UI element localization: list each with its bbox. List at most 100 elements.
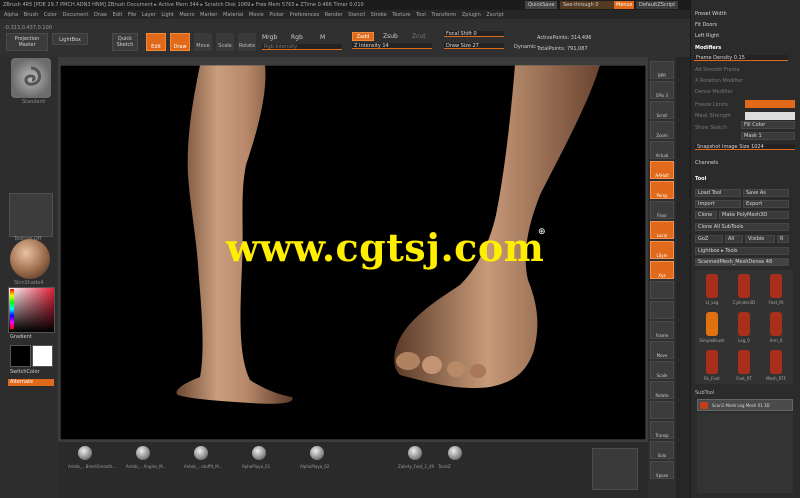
toolbar-button-bpr[interactable]: BPR [650,61,674,79]
edit-button[interactable]: Edit [146,33,166,51]
r-button[interactable]: R [777,235,789,243]
see-through-slider[interactable]: See-through 0 [560,1,614,9]
tray-row-5[interactable]: Mask Strength [695,113,797,119]
m-button[interactable]: M [320,34,325,41]
mrgb-button[interactable]: Mrgb [262,34,277,41]
toolbar-button-zoom[interactable]: Zoom [650,121,674,139]
tool-thumbnail[interactable]: Foot_Rt [761,272,791,308]
toolbar-button-lsym[interactable]: LSym [650,241,674,259]
tool-thumbnail[interactable]: Mesh_RTF [761,348,791,384]
all-button[interactable]: All [725,235,743,243]
tray-row-4[interactable]: Freeze Limits [695,102,797,108]
tray-row-1[interactable]: Ad Smooth Frame [695,67,797,73]
lightbox-tools-button[interactable]: Lightbox ▸ Tools [695,247,789,255]
focal-shift-slider[interactable]: Focal Shift 0 [444,31,504,37]
hue-strip[interactable] [10,289,14,329]
toolbar-button-local[interactable]: Local [650,221,674,239]
alpha-thumbnail[interactable] [408,446,422,460]
subtool-row[interactable]: Scan1 Mesh Leg Mesh 01 3D [697,399,793,411]
toolbar-button-scroll[interactable]: Scroll [650,101,674,119]
export-button[interactable]: Export [743,200,789,208]
preview-slot[interactable] [592,448,638,490]
clone-button[interactable]: Clone [695,211,717,219]
channels-label[interactable]: Channels [695,160,797,166]
primary-color-swatch[interactable] [10,345,31,367]
default-script-button[interactable]: DefaultZScript [636,1,679,9]
load-tool-button[interactable]: Load Tool [695,189,741,197]
alpha-thumbnail[interactable] [310,446,324,460]
toolbar-button-transp[interactable]: Transp [650,421,674,439]
modifiers-header[interactable]: Modifiers [695,45,797,51]
toolbar-button-aahalf[interactable]: AAHalf [650,161,674,179]
toolbar-button-floor[interactable]: Floor [650,201,674,219]
scrollbar[interactable] [676,57,690,498]
toolbar-button-blank-17[interactable] [650,401,674,419]
tool-thumbnail[interactable]: SimpleBrush [697,310,727,346]
projection-master-button[interactable]: Projection Master [6,33,48,51]
menu-items[interactable]: Alpha Brush Color Document Draw Edit Fil… [4,12,504,18]
alpha-thumbnail[interactable] [252,446,266,460]
toolbar-button-frame[interactable]: Frame [650,321,674,339]
move-button[interactable]: Move [194,33,212,51]
texture-slot[interactable] [9,193,53,237]
alpha-thumbnail[interactable] [448,446,462,460]
tool-thumbnail[interactable]: Leg_0 [729,310,759,346]
draw-button[interactable]: Draw [170,33,190,51]
save-as-button[interactable]: Save As [743,189,789,197]
z-intensity-slider[interactable]: Z Intensity 14 [352,43,432,49]
rotate-button[interactable]: Rotate [238,33,256,51]
tray-row-3[interactable]: Dense Modifier [695,89,797,95]
document-canvas[interactable]: www.cgtsj.com ⊕ [59,64,647,441]
visible-button[interactable]: Visible [745,235,775,243]
brush-thumbnail[interactable] [11,58,51,98]
lightbox-button[interactable]: LightBox [52,33,88,45]
snapshot-slider[interactable]: Snapshot Image Size 1024 [695,144,795,150]
toolbar-button-rotate[interactable]: Rotate [650,381,674,399]
zsub-button[interactable]: Zsub [383,33,398,40]
tool-thumbnail[interactable]: Cylinder3D [729,272,759,308]
alpha-thumbnail[interactable] [136,446,150,460]
tool-thumbnail[interactable]: Foot_RT [729,348,759,384]
goz-button[interactable]: GoZ [695,235,723,243]
menus-button[interactable]: Menus [614,1,635,9]
draw-size-slider[interactable]: Draw Size 27 [444,43,504,49]
left-right[interactable]: Left Right [695,33,797,39]
toolbar-button-solo[interactable]: Solo [650,441,674,459]
toolbar-button-blank-12[interactable] [650,301,674,319]
material-sphere[interactable] [10,239,50,279]
frame-density-slider[interactable]: Frame Density 0.15 [694,55,788,61]
dynamic-button[interactable]: Dynamic [514,44,536,50]
current-tool-label[interactable]: ScannedMesh_MeshDense 48 [695,258,789,266]
fit-doors[interactable]: Fit Doors [695,22,797,28]
alternate-button[interactable]: Alternate [8,379,54,386]
tray-row-6[interactable]: Show Sketch [695,125,797,131]
import-button[interactable]: Import [695,200,741,208]
toolbar-button-persp[interactable]: Persp [650,181,674,199]
toolbar-button-move[interactable]: Move [650,341,674,359]
toolbar-button-xyz[interactable]: Xyz [650,261,674,279]
zadd-button[interactable]: Zadd [352,32,374,41]
tool-thumbnail[interactable]: Arm_0 [761,310,791,346]
make-polymesh-button[interactable]: Make PolyMesh3D [719,211,789,219]
clone-all-subtools-button[interactable]: Clone All SubTools [695,223,789,231]
zcut-button[interactable]: Zcut [412,33,426,40]
scale-button[interactable]: Scale [216,33,234,51]
toolbar-button-scale[interactable]: Scale [650,361,674,379]
toolbar-button-xpose[interactable]: Xpose [650,461,674,479]
mask-button[interactable]: Mask 1 [741,132,795,140]
toolbar-button-blank-11[interactable] [650,281,674,299]
toolbar-button-spix-3[interactable]: SPix 3 [650,81,674,99]
switch-color-button[interactable]: SwitchColor [10,369,40,375]
alpha-thumbnail[interactable] [78,446,92,460]
tool-thumbnail[interactable]: RL_Foot [697,348,727,384]
tool-header[interactable]: Tool [695,176,797,182]
toolbar-button-actual[interactable]: Actual [650,141,674,159]
color-picker[interactable] [8,287,55,333]
quick-sketch-button[interactable]: Quick Sketch [112,33,138,51]
tray-row-2[interactable]: X Rotation Modifier [695,78,797,84]
tool-thumbnail[interactable]: Lt_Leg [697,272,727,308]
rgb-button[interactable]: Rgb [291,34,303,41]
preset-width[interactable]: Preset Width [695,11,797,17]
subtool-header[interactable]: SubTool [695,390,797,396]
quicksave-button[interactable]: QuickSave [525,1,558,9]
